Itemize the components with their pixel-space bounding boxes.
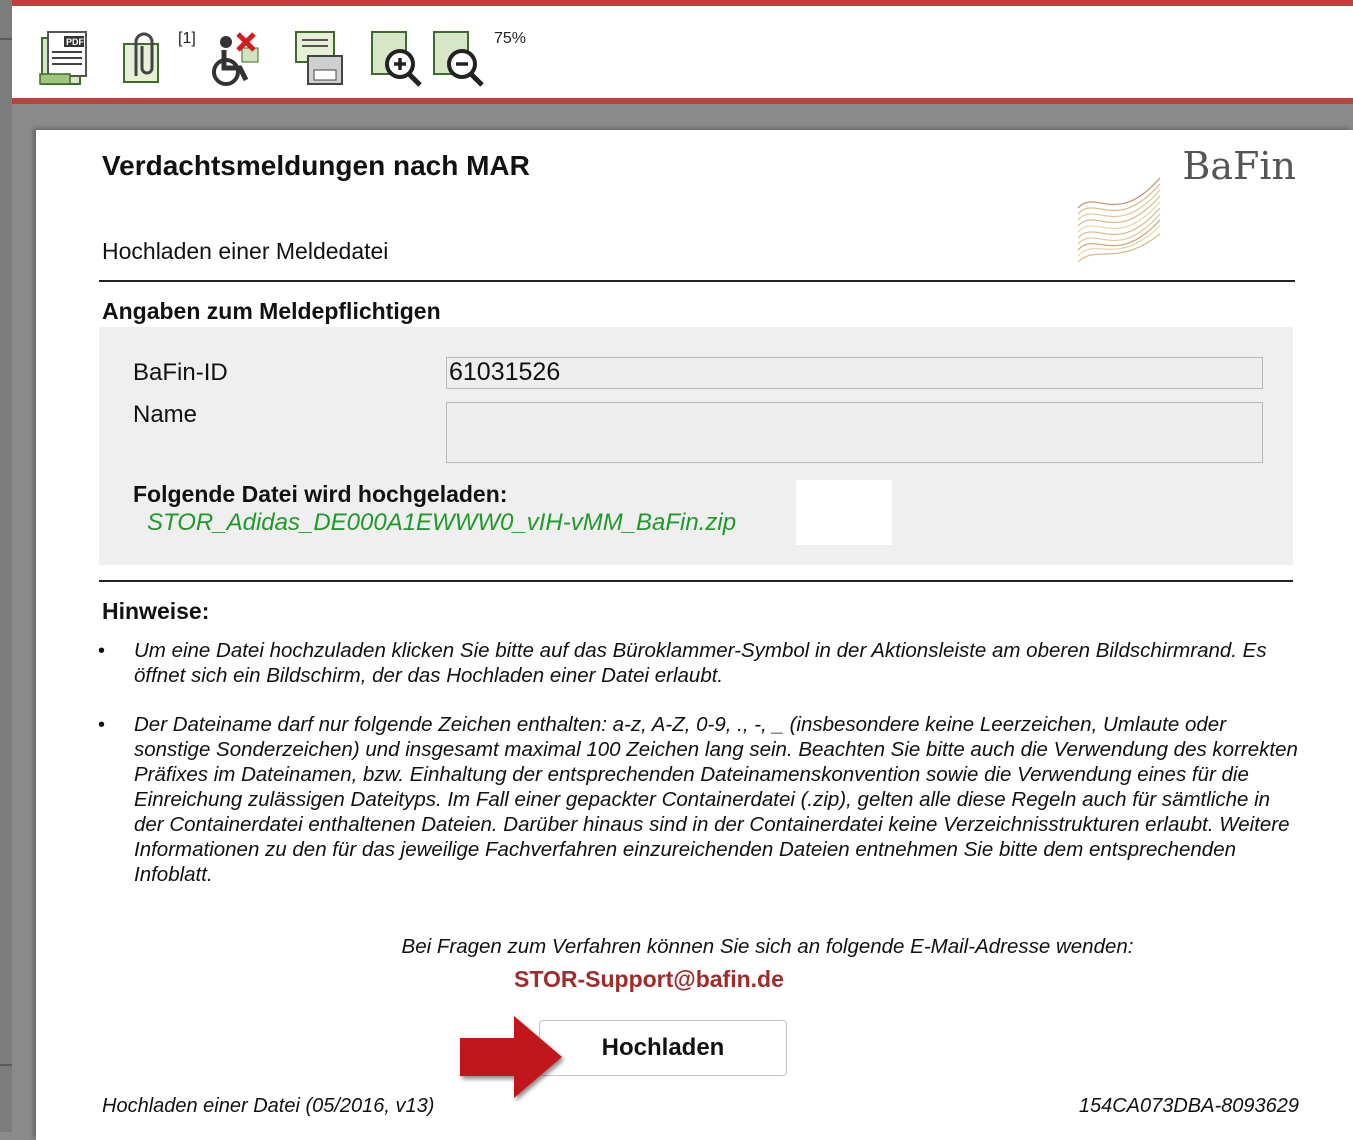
document-page: Verdachtsmeldungen nach MAR BaFin Hochla… (36, 130, 1353, 1140)
left-rail (0, 0, 12, 1132)
divider (99, 280, 1295, 282)
reporter-info-panel: BaFin-ID 61031526 Name Folgende Datei wi… (99, 327, 1293, 565)
name-field (446, 402, 1263, 463)
footer-version: Hochladen einer Datei (05/2016, v13) (102, 1095, 435, 1117)
arrow-right-icon (460, 1016, 562, 1098)
hint-item: Um eine Datei hochzuladen klicken Sie bi… (134, 639, 1267, 687)
page-title: Verdachtsmeldungen nach MAR (102, 150, 530, 181)
attachment-count: [1] (178, 30, 196, 47)
pdf-label: PDF (66, 37, 85, 47)
footer-id: 154CA073DBA-8093629 (1078, 1095, 1299, 1117)
section-title: Angaben zum Meldepflichtigen (102, 298, 441, 324)
page-subtitle: Hochladen einer Meldedatei (102, 238, 389, 264)
upload-filename: STOR_Adidas_DE000A1EWWW0_vIH-vMM_BaFin.z… (147, 509, 737, 536)
contact-email-link[interactable]: STOR-Support@bafin.de (514, 966, 784, 993)
accessibility-icon[interactable] (208, 28, 262, 88)
zoom-in-icon[interactable] (370, 28, 424, 88)
bafin-logo-icon: BaFin (1076, 144, 1296, 269)
hint-item: Der Dateiname darf nur folgende Zeichen … (134, 713, 1298, 886)
blank-box (796, 480, 892, 545)
contact-text: Bei Fragen zum Verfahren können Sie sich… (401, 935, 1134, 958)
upload-button[interactable]: Hochladen (539, 1020, 787, 1076)
attachment-icon[interactable] (116, 28, 170, 88)
toolbar: PDF [1] 75% (12, 0, 1353, 110)
zoom-level: 75% (494, 30, 527, 47)
bafin-id-label: BaFin-ID (133, 359, 228, 386)
divider (99, 580, 1293, 582)
bullet: • (98, 714, 106, 736)
hints-title: Hinweise: (102, 598, 210, 624)
name-label: Name (133, 401, 198, 428)
export-pdf-icon[interactable]: PDF (38, 28, 92, 88)
upload-heading: Folgende Datei wird hochgeladen: (133, 481, 508, 507)
document-area: Verdachtsmeldungen nach MAR BaFin Hochla… (12, 104, 1353, 1140)
bafin-logo-text: BaFin (1182, 144, 1296, 188)
bafin-id-field: 61031526 (446, 357, 1263, 389)
zoom-out-icon[interactable] (432, 28, 486, 88)
print-icon[interactable] (292, 28, 346, 88)
bullet: • (98, 640, 106, 662)
